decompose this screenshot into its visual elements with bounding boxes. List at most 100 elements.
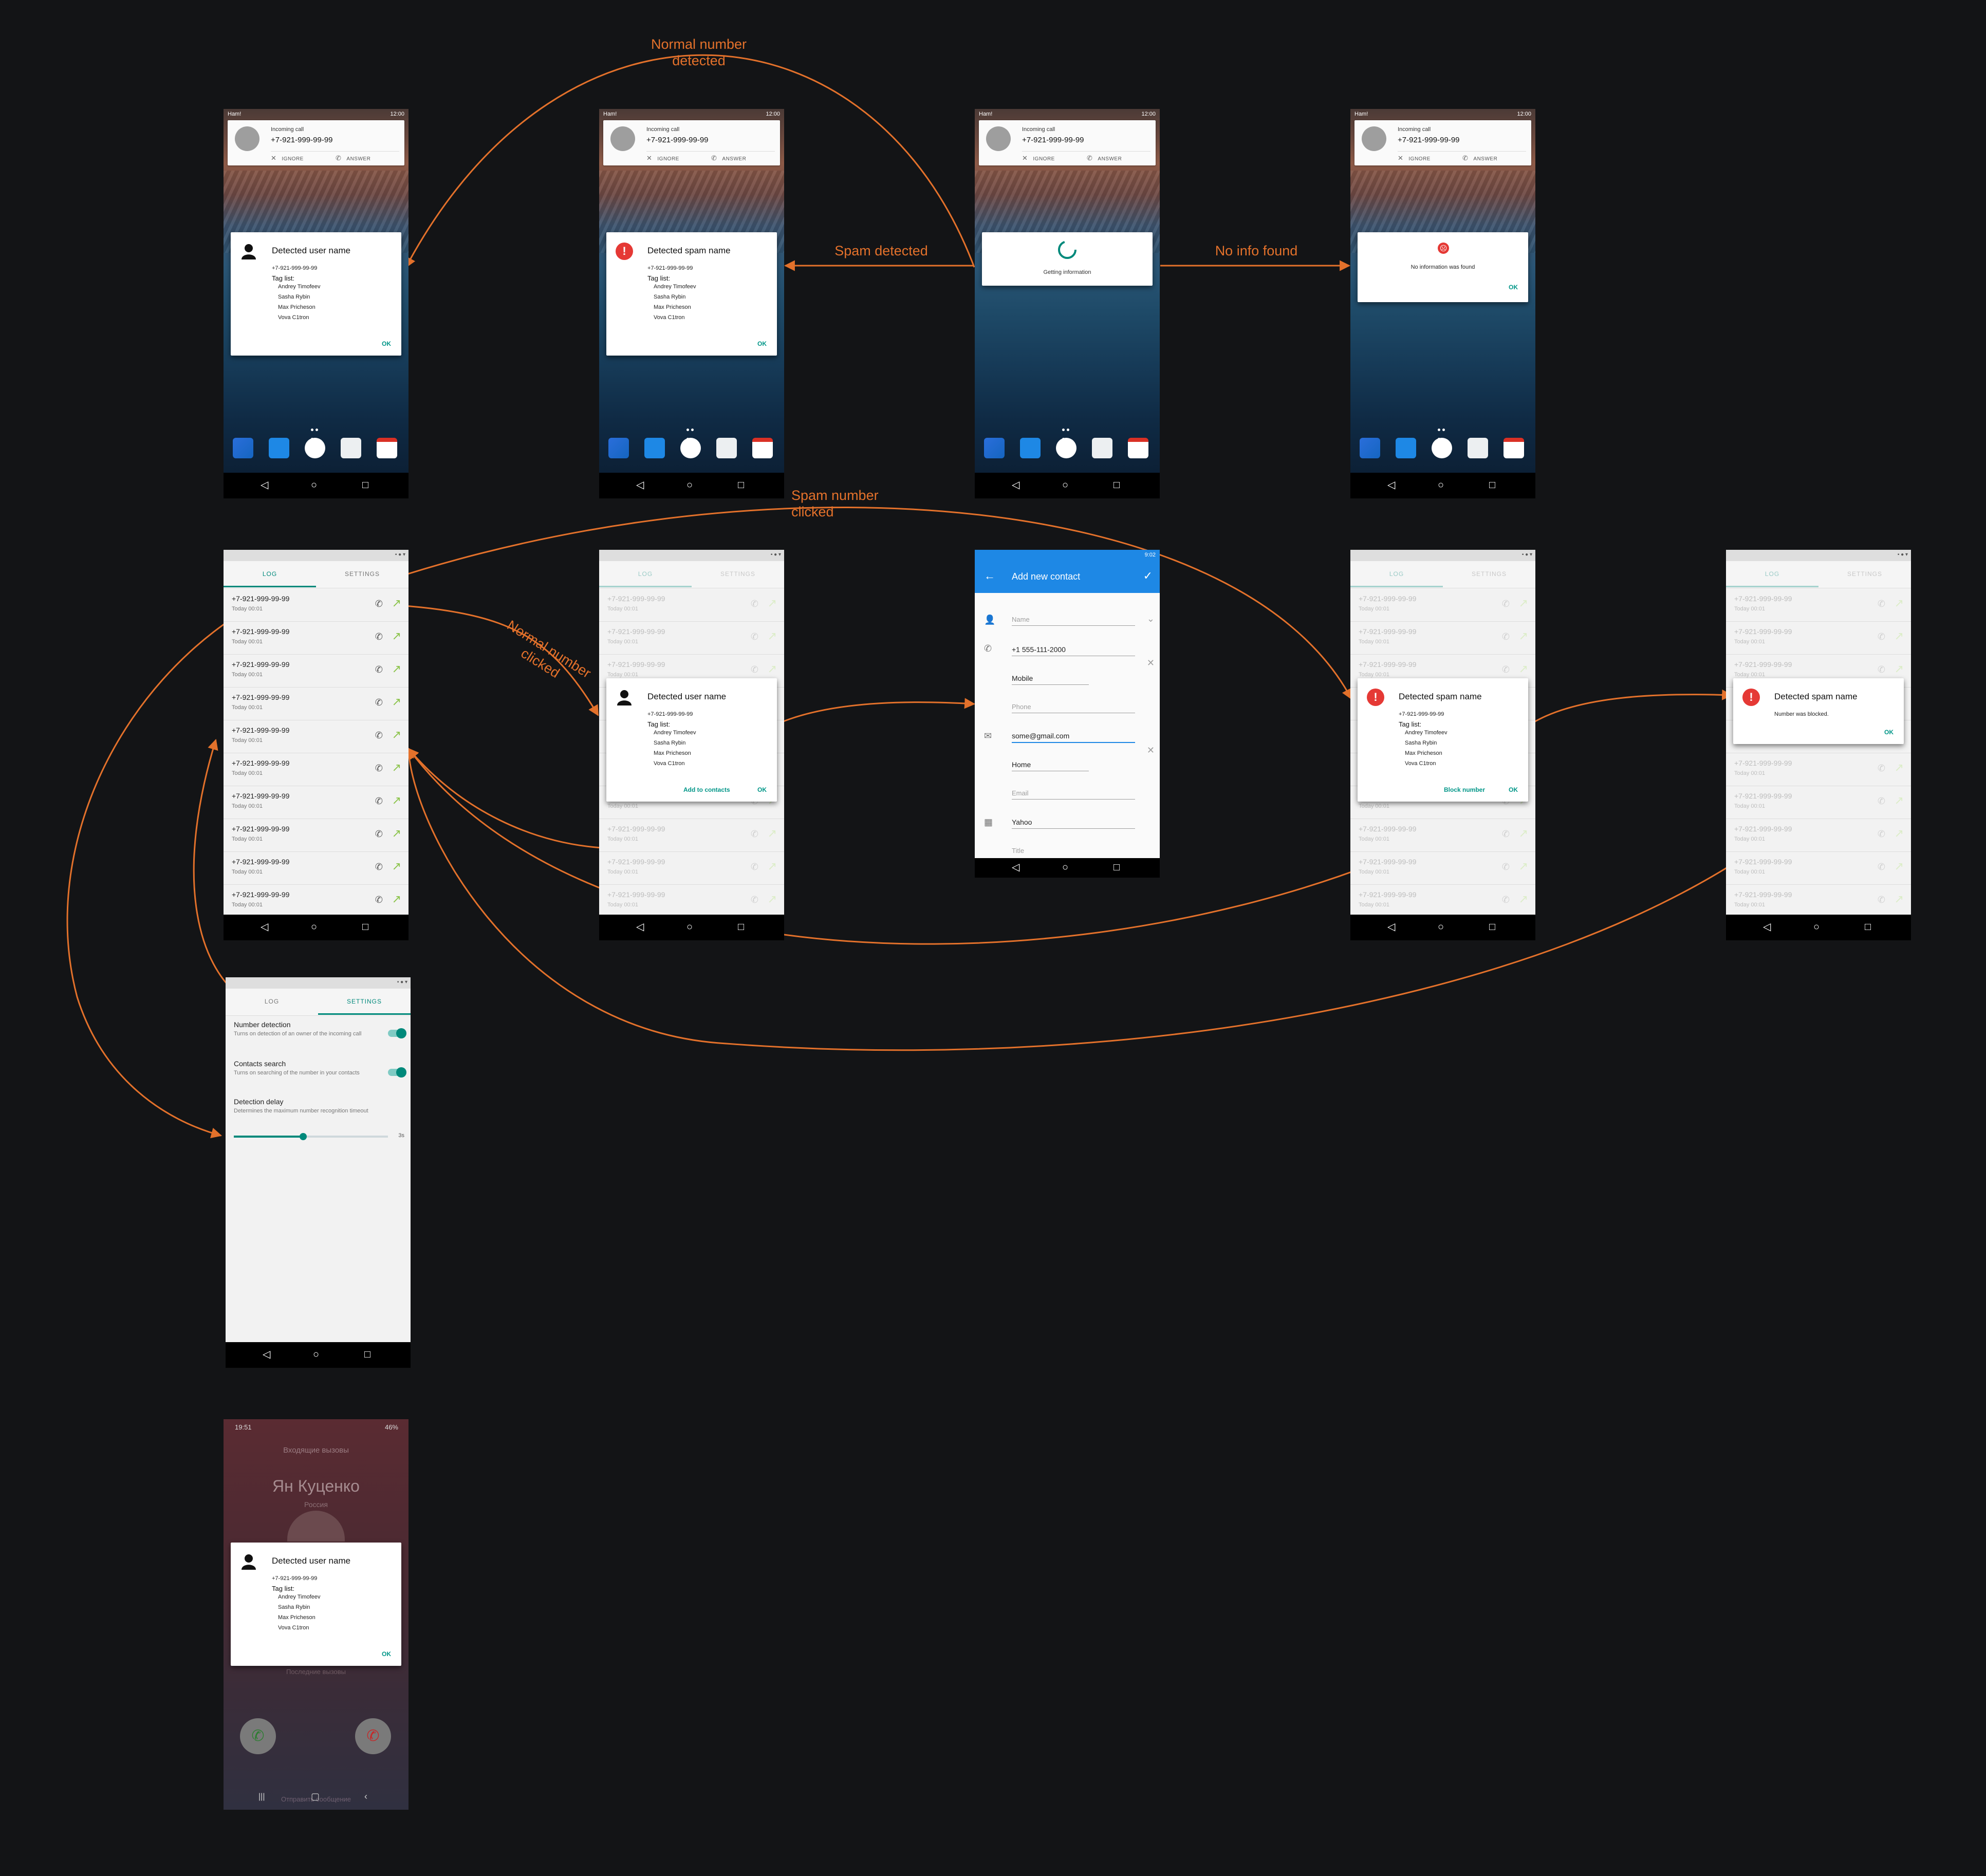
tab-log[interactable]: LOG xyxy=(1726,570,1818,578)
table-row[interactable]: +7-921-999-99-99 Today 00:01 ✆ ↗ xyxy=(1350,819,1535,852)
call-icon[interactable]: ✆ xyxy=(375,730,383,741)
email-field[interactable]: some@gmail.com xyxy=(1012,732,1135,743)
tab-log[interactable]: LOG xyxy=(226,998,318,1005)
back-icon[interactable]: ◁ xyxy=(261,922,268,932)
photos-app-icon[interactable] xyxy=(1092,438,1112,458)
phone-app-icon[interactable] xyxy=(1360,438,1380,458)
back-icon[interactable]: ‹ xyxy=(364,1791,367,1802)
back-icon[interactable]: ◁ xyxy=(1012,862,1019,872)
gmail-app-icon[interactable] xyxy=(377,438,397,458)
ignore-button[interactable]: ✕ IGNORE xyxy=(271,154,304,162)
clear-icon[interactable]: ✕ xyxy=(1147,745,1155,756)
check-icon[interactable]: ✓ xyxy=(1143,569,1153,583)
call-icon[interactable]: ✆ xyxy=(751,895,758,905)
table-row[interactable]: +7-921-999-99-99 Today 00:01 ✆ ↗ xyxy=(1350,884,1535,915)
answer-button[interactable]: ✆ ANSWER xyxy=(711,154,746,162)
table-row[interactable]: +7-921-999-99-99 Today 00:01 ✆ ↗ xyxy=(224,753,409,786)
call-icon[interactable]: ✆ xyxy=(751,862,758,872)
ok-button[interactable]: OK xyxy=(1884,729,1894,736)
apps-icon[interactable] xyxy=(1432,438,1452,458)
call-icon[interactable]: ✆ xyxy=(751,664,758,675)
table-row[interactable]: +7-921-999-99-99 Today 00:01 ✆ ↗ xyxy=(224,819,409,852)
gmail-app-icon[interactable] xyxy=(1128,438,1148,458)
photos-app-icon[interactable] xyxy=(716,438,737,458)
accept-call-button[interactable]: ✆ xyxy=(240,1718,276,1754)
back-arrow-icon[interactable]: ← xyxy=(984,569,995,583)
recents-icon[interactable]: □ xyxy=(364,1349,370,1360)
call-icon[interactable]: ✆ xyxy=(375,664,383,675)
number-detection-toggle[interactable] xyxy=(388,1028,406,1038)
table-row[interactable]: +7-921-999-99-99 Today 00:01 ✆ ↗ xyxy=(1726,588,1911,622)
call-icon[interactable]: ✆ xyxy=(375,796,383,807)
table-row[interactable]: +7-921-999-99-99 Today 00:01 ✆ ↗ xyxy=(224,786,409,819)
email-field-empty[interactable]: Email xyxy=(1012,789,1135,800)
table-row[interactable]: +7-921-999-99-99 Today 00:01 ✆ ↗ xyxy=(224,851,409,885)
call-icon[interactable]: ✆ xyxy=(1502,895,1510,905)
recents-icon[interactable]: ||| xyxy=(258,1792,265,1801)
ok-button[interactable]: OK xyxy=(382,340,391,347)
home-icon[interactable]: ○ xyxy=(313,1349,319,1360)
table-row[interactable]: +7-921-999-99-99 Today 00:01 ✆ ↗ xyxy=(1350,588,1535,622)
table-row[interactable]: +7-921-999-99-99 Today 00:01 ✆ ↗ xyxy=(1726,786,1911,819)
tab-log[interactable]: LOG xyxy=(1350,570,1443,578)
call-icon[interactable]: ✆ xyxy=(751,599,758,609)
phone-app-icon[interactable] xyxy=(233,438,253,458)
table-row[interactable]: +7-921-999-99-99 Today 00:01 ✆ ↗ xyxy=(1726,621,1911,655)
tab-settings[interactable]: SETTINGS xyxy=(1443,570,1535,578)
photos-app-icon[interactable] xyxy=(341,438,361,458)
back-icon[interactable]: ◁ xyxy=(1387,922,1395,932)
tab-log[interactable]: LOG xyxy=(599,570,692,578)
call-icon[interactable]: ✆ xyxy=(751,631,758,642)
recents-icon[interactable]: □ xyxy=(1489,922,1495,932)
home-icon[interactable]: ○ xyxy=(1438,480,1444,490)
answer-button[interactable]: ✆ ANSWER xyxy=(1087,154,1122,162)
messages-app-icon[interactable] xyxy=(1020,438,1041,458)
tab-settings[interactable]: SETTINGS xyxy=(692,570,784,578)
table-row[interactable]: +7-921-999-99-99 Today 00:01 ✆ ↗ xyxy=(1726,884,1911,915)
table-row[interactable]: +7-921-999-99-99 Today 00:01 ✆ ↗ xyxy=(599,851,784,885)
name-field[interactable]: Name xyxy=(1012,616,1135,626)
call-icon[interactable]: ✆ xyxy=(1878,599,1885,609)
call-icon[interactable]: ✆ xyxy=(1502,664,1510,675)
home-icon[interactable]: ○ xyxy=(686,922,693,932)
table-row[interactable]: +7-921-999-99-99 Today 00:01 ✆ ↗ xyxy=(599,588,784,622)
messages-app-icon[interactable] xyxy=(269,438,289,458)
ok-button[interactable]: OK xyxy=(382,1650,391,1658)
phone-app-icon[interactable] xyxy=(984,438,1005,458)
back-icon[interactable]: ◁ xyxy=(261,480,268,490)
table-row[interactable]: +7-921-999-99-99 Today 00:01 ✆ ↗ xyxy=(224,621,409,655)
home-icon[interactable]: ○ xyxy=(1062,862,1068,872)
ignore-button[interactable]: ✕ IGNORE xyxy=(1398,154,1431,162)
call-icon[interactable]: ✆ xyxy=(1502,862,1510,872)
recents-icon[interactable]: □ xyxy=(1113,480,1120,490)
slider-thumb[interactable] xyxy=(300,1133,307,1140)
call-icon[interactable]: ✆ xyxy=(1502,829,1510,840)
company-field[interactable]: Yahoo xyxy=(1012,818,1135,829)
tab-settings[interactable]: SETTINGS xyxy=(1818,570,1911,578)
back-icon[interactable]: ◁ xyxy=(1387,480,1395,490)
home-icon[interactable]: ○ xyxy=(686,480,693,490)
call-icon[interactable]: ✆ xyxy=(375,697,383,708)
table-row[interactable]: +7-921-999-99-99 Today 00:01 ✆ ↗ xyxy=(599,884,784,915)
table-row[interactable]: +7-921-999-99-99 Today 00:01 ✆ ↗ xyxy=(599,819,784,852)
call-icon[interactable]: ✆ xyxy=(1878,829,1885,840)
answer-button[interactable]: ✆ ANSWER xyxy=(336,154,370,162)
table-row[interactable]: +7-921-999-99-99 Today 00:01 ✆ ↗ xyxy=(224,654,409,688)
recents-icon[interactable]: □ xyxy=(1865,922,1871,932)
ok-button[interactable]: OK xyxy=(1509,284,1518,291)
table-row[interactable]: +7-921-999-99-99 Today 00:01 ✆ ↗ xyxy=(599,621,784,655)
call-icon[interactable]: ✆ xyxy=(375,862,383,872)
table-row[interactable]: +7-921-999-99-99 Today 00:01 ✆ ↗ xyxy=(224,884,409,915)
call-icon[interactable]: ✆ xyxy=(375,631,383,642)
block-number-button[interactable]: Block number xyxy=(1444,786,1485,793)
apps-icon[interactable] xyxy=(305,438,325,458)
call-icon[interactable]: ✆ xyxy=(1878,763,1885,774)
phone-app-icon[interactable] xyxy=(608,438,629,458)
recents-icon[interactable]: □ xyxy=(1489,480,1495,490)
home-icon[interactable]: ▢ xyxy=(311,1791,320,1802)
call-icon[interactable]: ✆ xyxy=(1878,796,1885,807)
call-icon[interactable]: ✆ xyxy=(1878,862,1885,872)
recents-icon[interactable]: □ xyxy=(362,480,368,490)
call-icon[interactable]: ✆ xyxy=(375,763,383,774)
tab-settings[interactable]: SETTINGS xyxy=(318,998,411,1005)
